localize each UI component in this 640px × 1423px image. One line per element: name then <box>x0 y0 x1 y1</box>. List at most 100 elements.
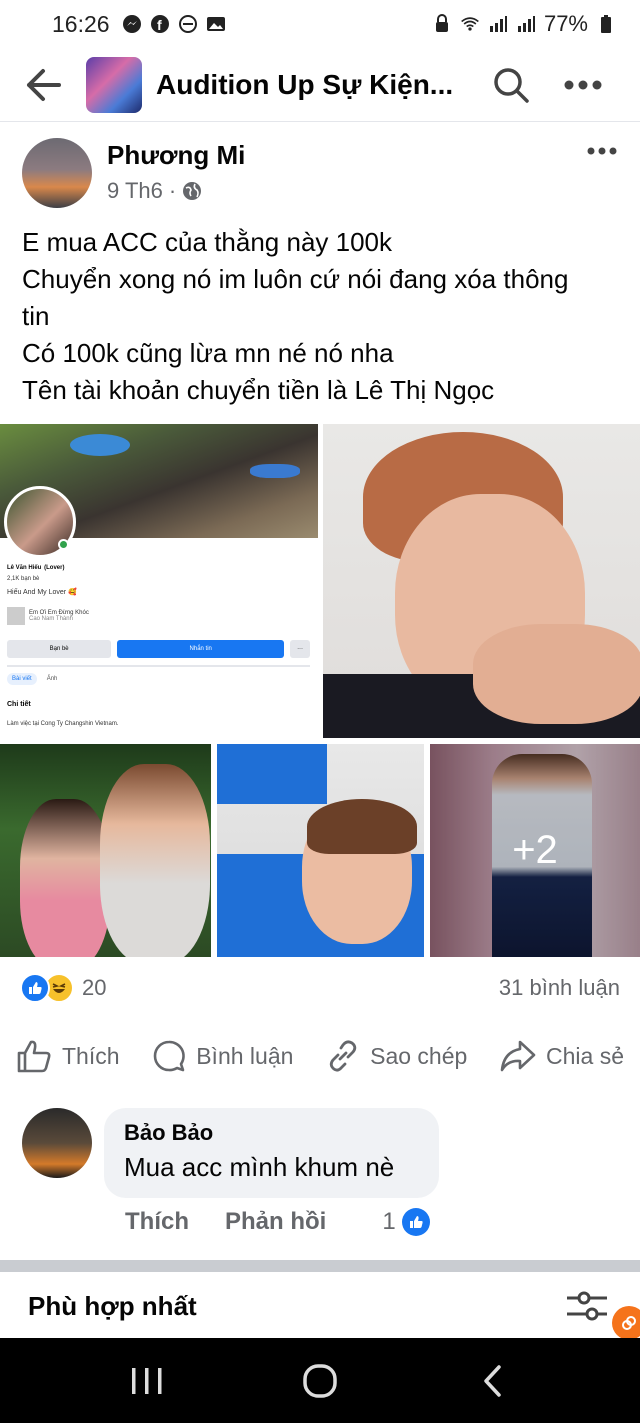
like-reaction-icon <box>20 973 50 1003</box>
commenter-name[interactable]: Bảo Bảo <box>124 1120 419 1146</box>
link-icon <box>329 1040 357 1072</box>
meta-separator: · <box>168 178 177 203</box>
post-date[interactable]: 9 Th6 <box>107 178 163 204</box>
profile-tab-posts: Bài viết <box>7 673 37 685</box>
post-header: Phương Mi 9 Th6 · <box>0 130 640 216</box>
sort-filter-button[interactable] <box>562 1286 612 1326</box>
comment-reactions[interactable]: 1 <box>382 1208 430 1236</box>
photo-couple[interactable] <box>0 744 211 957</box>
comment-reaction-count: 1 <box>382 1208 396 1235</box>
home-button[interactable] <box>280 1351 360 1411</box>
section-divider <box>0 1260 640 1272</box>
comment-label: Bình luận <box>196 1042 294 1069</box>
back-button[interactable] <box>0 48 86 122</box>
photo-selfie[interactable] <box>323 424 640 738</box>
share-icon <box>500 1040 536 1072</box>
profile-song: Em Ơi Em Đừng Khóc Cao Nam Thành <box>7 605 312 627</box>
signal-icon-1 <box>488 14 508 34</box>
comment-button[interactable]: Bình luận <box>152 1039 293 1073</box>
photo-more[interactable]: +2 <box>430 744 640 957</box>
post-text-line: Chuyển xong nó im luôn cứ nói đang xóa t… <box>22 264 569 294</box>
link-icon <box>622 1316 636 1330</box>
profile-buttons: Bạn bè Nhắn tin ··· <box>7 640 310 658</box>
post-text-line: Tên tài khoản chuyển tiền là Lê Thị Ngọc <box>22 375 495 405</box>
copy-button[interactable]: Sao chép <box>326 1039 467 1073</box>
post-text: E mua ACC của thằng này 100k Chuyển xong… <box>22 224 632 409</box>
comment-icon <box>153 1040 186 1072</box>
system-icons: 77% <box>432 11 616 37</box>
like-button[interactable]: Thích <box>16 1039 120 1073</box>
reactions-summary[interactable]: 20 31 bình luận <box>20 968 620 1008</box>
globe-icon <box>183 182 202 200</box>
profile-friends-button: Bạn bè <box>7 640 112 658</box>
sliders-icon <box>567 1291 607 1321</box>
arrow-left-icon <box>27 68 61 101</box>
gallery-icon <box>206 14 226 34</box>
profile-message-button: Nhắn tin <box>117 640 285 658</box>
search-button[interactable] <box>476 48 546 122</box>
chevron-left-icon <box>484 1364 502 1397</box>
svg-text:f: f <box>157 17 162 33</box>
thumbs-up-icon <box>17 1040 51 1073</box>
recent-apps-button[interactable] <box>107 1351 187 1411</box>
sort-label[interactable]: Phù hợp nhất <box>28 1291 197 1322</box>
share-button[interactable]: Chia sẻ <box>500 1039 624 1073</box>
header-more-button[interactable] <box>546 48 620 122</box>
post-text-line: Có 100k cũng lừa mn né nó nha <box>22 338 394 368</box>
comment-count[interactable]: 31 bình luận <box>499 975 620 1001</box>
profile-details-title: Chi tiết <box>7 701 31 708</box>
more-photos-count: +2 <box>512 828 558 872</box>
like-reaction-icon <box>401 1208 430 1236</box>
comment-like-button[interactable]: Thích <box>125 1208 189 1236</box>
copy-label: Sao chép <box>370 1042 468 1069</box>
profile-tab-photos: Ảnh <box>46 676 58 682</box>
status-bar: 16:26 f 77% <box>0 0 640 48</box>
signal-icon-2 <box>516 14 536 34</box>
messenger-icon <box>122 14 142 34</box>
song-thumbnail <box>7 607 25 625</box>
like-label: Thích <box>62 1042 120 1069</box>
notification-icons: f <box>122 14 226 34</box>
comment-sort-bar: Phù hợp nhất <box>0 1272 640 1340</box>
profile-name: Lê Văn Hiếu (Lover) <box>7 565 65 571</box>
more-horizontal-icon <box>564 80 602 89</box>
post-author[interactable]: Phương Mi <box>107 140 245 171</box>
post-more-button[interactable] <box>582 136 622 166</box>
page-title[interactable]: Audition Up Sự Kiện... <box>156 69 456 101</box>
floating-badge[interactable] <box>612 1306 640 1340</box>
comment-actions: Thích Phản hồi 1 <box>125 1208 430 1236</box>
online-indicator <box>58 539 69 550</box>
home-icon <box>303 1363 337 1398</box>
battery-icon <box>596 14 616 34</box>
group-thumbnail[interactable] <box>86 56 142 113</box>
share-label: Chia sẻ <box>546 1042 624 1069</box>
author-avatar[interactable] <box>22 138 92 208</box>
reaction-count: 20 <box>82 975 107 1000</box>
profile-tabs: Bài viết Ảnh <box>7 673 57 685</box>
profile-more-button: ··· <box>290 640 310 658</box>
comment-reply-button[interactable]: Phản hồi <box>225 1208 326 1236</box>
post-meta: 9 Th6 · <box>107 178 202 204</box>
post-actions: Thích Bình luận Sao chép Chia sẻ <box>0 1028 640 1084</box>
profile-work: Làm việc tại Cong Ty Changshin Vietnam. <box>7 721 119 727</box>
photo-blue-shirt[interactable] <box>217 744 424 957</box>
more-horizontal-icon <box>587 147 617 155</box>
dnd-icon <box>178 14 198 34</box>
post-text-line: tin <box>22 301 50 331</box>
search-icon <box>494 67 529 103</box>
back-nav-button[interactable] <box>453 1351 533 1411</box>
battery-percent: 77% <box>543 11 588 36</box>
profile-bio: Hiếu And My Lover 🥰 <box>7 589 77 596</box>
comment-text: Mua acc mình khum nè <box>124 1152 395 1182</box>
facebook-icon: f <box>150 14 170 34</box>
alarm-lock-icon <box>432 14 452 34</box>
photo-profile-screenshot[interactable]: Lê Văn Hiếu (Lover) 2,1K bạn bè Hiếu And… <box>0 424 318 738</box>
commenter-avatar[interactable] <box>22 1108 92 1178</box>
post-text-line: E mua ACC của thằng này 100k <box>22 227 393 257</box>
profile-friends: 2,1K bạn bè <box>7 576 40 582</box>
recent-apps-icon <box>131 1367 162 1394</box>
status-time: 16:26 <box>52 10 110 37</box>
comment-bubble[interactable]: Bảo Bảo Mua acc mình khum nè <box>104 1108 439 1198</box>
wifi-icon <box>460 14 480 34</box>
system-navbar <box>0 1338 640 1423</box>
